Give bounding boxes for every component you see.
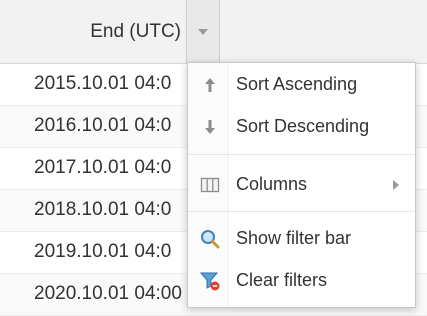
column-header-end-utc[interactable]: End (UTC) <box>0 0 181 63</box>
menu-item-label: Sort Ascending <box>236 74 358 94</box>
submenu-arrow-icon <box>393 180 399 190</box>
clear-filter-icon <box>199 271 220 291</box>
columns-icon <box>200 175 220 195</box>
column-context-menu: Sort Ascending Sort Descending Columns S… <box>187 62 416 308</box>
cell-end: 2016.10.01 04:0 <box>34 115 172 136</box>
cell-end: 2019.10.01 04:0 <box>34 241 172 262</box>
grid-header: End (UTC) <box>0 0 427 64</box>
column-menu-trigger[interactable] <box>186 0 220 63</box>
menu-item-show-filter-bar[interactable]: Show filter bar <box>188 219 415 259</box>
chevron-down-icon <box>198 28 208 35</box>
cell-end: 2020.10.01 04:00 <box>34 283 182 304</box>
menu-item-columns[interactable]: Columns <box>188 165 415 205</box>
menu-separator <box>188 154 415 155</box>
magnifier-icon <box>200 229 220 249</box>
sort-descending-icon <box>200 117 220 137</box>
menu-item-label: Sort Descending <box>236 116 370 136</box>
menu-item-label: Show filter bar <box>236 228 352 248</box>
column-header-label: End (UTC) <box>90 20 181 42</box>
menu-item-sort-ascending[interactable]: Sort Ascending <box>188 65 415 105</box>
menu-separator <box>188 211 415 212</box>
menu-item-label: Clear filters <box>236 270 328 290</box>
cell-end: 2018.10.01 04:0 <box>34 199 172 220</box>
menu-item-clear-filters[interactable]: Clear filters <box>188 261 415 301</box>
sort-ascending-icon <box>200 75 220 95</box>
cell-end: 2017.10.01 04:0 <box>34 157 172 178</box>
menu-item-sort-descending[interactable]: Sort Descending <box>188 107 415 147</box>
menu-item-label: Columns <box>236 174 308 194</box>
cell-end: 2015.10.01 04:0 <box>34 73 172 94</box>
